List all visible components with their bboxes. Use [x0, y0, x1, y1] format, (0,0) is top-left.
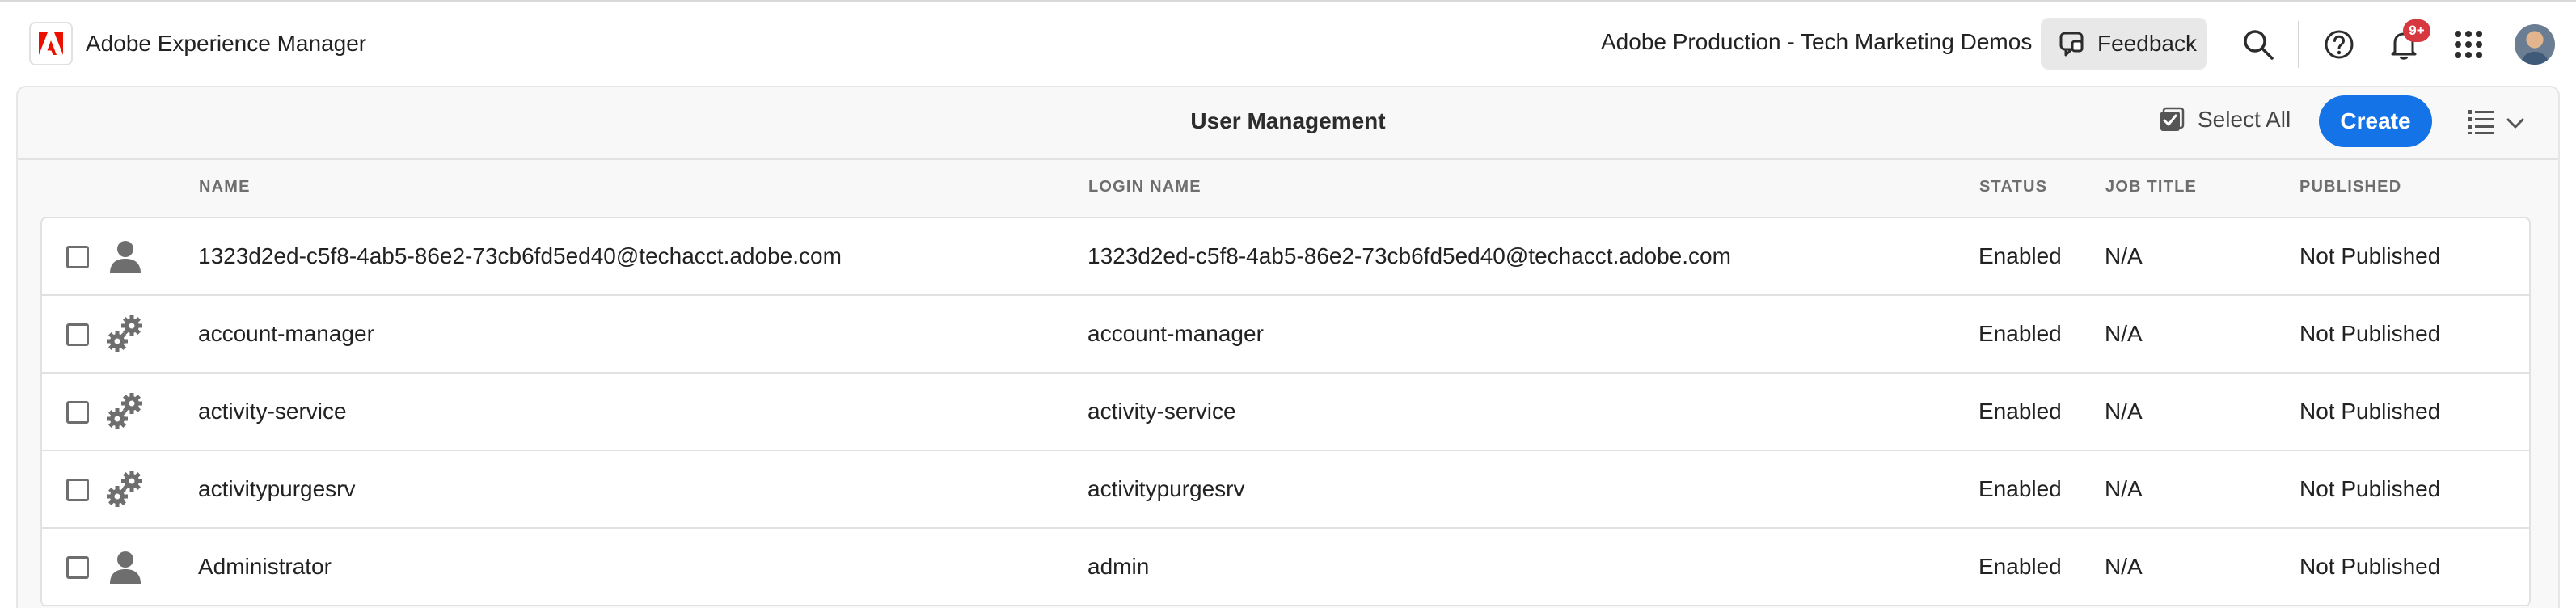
- cell-published: Not Published: [2299, 554, 2441, 579]
- column-header-job-title[interactable]: JOB TITLE: [2105, 178, 2197, 196]
- cell-job-title: N/A: [2105, 243, 2143, 268]
- list-view-icon: [2466, 107, 2495, 140]
- cell-name[interactable]: 1323d2ed-c5f8-4ab5-86e2-73cb6fd5ed40@tec…: [198, 243, 842, 269]
- cell-status: Enabled: [1978, 399, 2062, 424]
- cell-published: Not Published: [2299, 399, 2441, 424]
- feedback-label: Feedback: [2097, 31, 2197, 56]
- select-all-checkbox-icon: [2159, 107, 2185, 133]
- org-switcher[interactable]: Adobe Production - Tech Marketing Demos: [1601, 29, 2032, 55]
- cell-published: Not Published: [2299, 243, 2441, 268]
- table-row[interactable]: Administrator admin Enabled N/A Not Publ…: [42, 529, 2529, 606]
- cell-job-title: N/A: [2105, 554, 2143, 579]
- create-button[interactable]: Create: [2319, 95, 2432, 147]
- gears-icon: [105, 469, 146, 509]
- notification-badge: 9+: [2403, 19, 2430, 42]
- select-all-button[interactable]: Select All: [2159, 107, 2291, 133]
- cell-published: Not Published: [2299, 321, 2441, 346]
- row-checkbox[interactable]: [66, 479, 89, 501]
- user-icon: [105, 236, 146, 277]
- app-grid-icon[interactable]: [2450, 26, 2487, 63]
- content-panel: User Management Select All Create NAME L…: [16, 86, 2560, 608]
- cell-job-title: N/A: [2105, 399, 2143, 424]
- cell-status: Enabled: [1978, 554, 2062, 579]
- cell-status: Enabled: [1978, 321, 2062, 346]
- user-table: 1323d2ed-c5f8-4ab5-86e2-73cb6fd5ed40@tec…: [40, 217, 2531, 606]
- action-bar: User Management Select All Create: [18, 87, 2558, 160]
- cell-name[interactable]: Administrator: [198, 554, 332, 580]
- cell-name[interactable]: activity-service: [198, 399, 347, 424]
- table-row[interactable]: activity-service activity-service Enable…: [42, 374, 2529, 451]
- cell-name[interactable]: activitypurgesrv: [198, 476, 356, 502]
- row-checkbox[interactable]: [66, 556, 89, 579]
- search-icon[interactable]: [2240, 26, 2277, 63]
- cell-name[interactable]: account-manager: [198, 321, 374, 347]
- cell-job-title: N/A: [2105, 476, 2143, 501]
- cell-login-name: account-manager: [1087, 321, 1264, 346]
- column-header-published[interactable]: PUBLISHED: [2299, 178, 2401, 196]
- user-icon: [105, 547, 146, 587]
- table-row[interactable]: activitypurgesrv activitypurgesrv Enable…: [42, 451, 2529, 529]
- column-header-login-name[interactable]: LOGIN NAME: [1088, 178, 1201, 196]
- cell-login-name: activity-service: [1087, 399, 1236, 424]
- global-header: Adobe Experience Manager Adobe Productio…: [0, 0, 2576, 86]
- chevron-down-icon: [2506, 118, 2524, 129]
- header-divider: [2298, 21, 2299, 68]
- cell-published: Not Published: [2299, 476, 2441, 501]
- gears-icon: [105, 314, 146, 354]
- feedback-button[interactable]: Feedback: [2041, 18, 2207, 70]
- view-switcher[interactable]: [2466, 107, 2524, 140]
- help-icon[interactable]: [2321, 26, 2358, 63]
- cell-login-name: 1323d2ed-c5f8-4ab5-86e2-73cb6fd5ed40@tec…: [1087, 243, 1731, 268]
- column-header-name[interactable]: NAME: [199, 178, 251, 196]
- select-all-label: Select All: [2198, 107, 2291, 132]
- table-row[interactable]: 1323d2ed-c5f8-4ab5-86e2-73cb6fd5ed40@tec…: [42, 218, 2529, 296]
- avatar[interactable]: [2515, 24, 2555, 65]
- cell-status: Enabled: [1978, 243, 2062, 268]
- adobe-logo-icon: [29, 22, 73, 65]
- table-row[interactable]: account-manager account-manager Enabled …: [42, 296, 2529, 374]
- row-checkbox[interactable]: [66, 246, 89, 268]
- column-header-status[interactable]: STATUS: [1979, 178, 2047, 196]
- cell-login-name: admin: [1087, 554, 1150, 579]
- gears-icon: [105, 391, 146, 432]
- cell-status: Enabled: [1978, 476, 2062, 501]
- feedback-icon: [2059, 30, 2086, 57]
- row-checkbox[interactable]: [66, 401, 89, 424]
- app-title: Adobe Experience Manager: [86, 31, 367, 56]
- cell-login-name: activitypurgesrv: [1087, 476, 1245, 501]
- brand[interactable]: Adobe Experience Manager: [29, 22, 366, 65]
- cell-job-title: N/A: [2105, 321, 2143, 346]
- row-checkbox[interactable]: [66, 323, 89, 346]
